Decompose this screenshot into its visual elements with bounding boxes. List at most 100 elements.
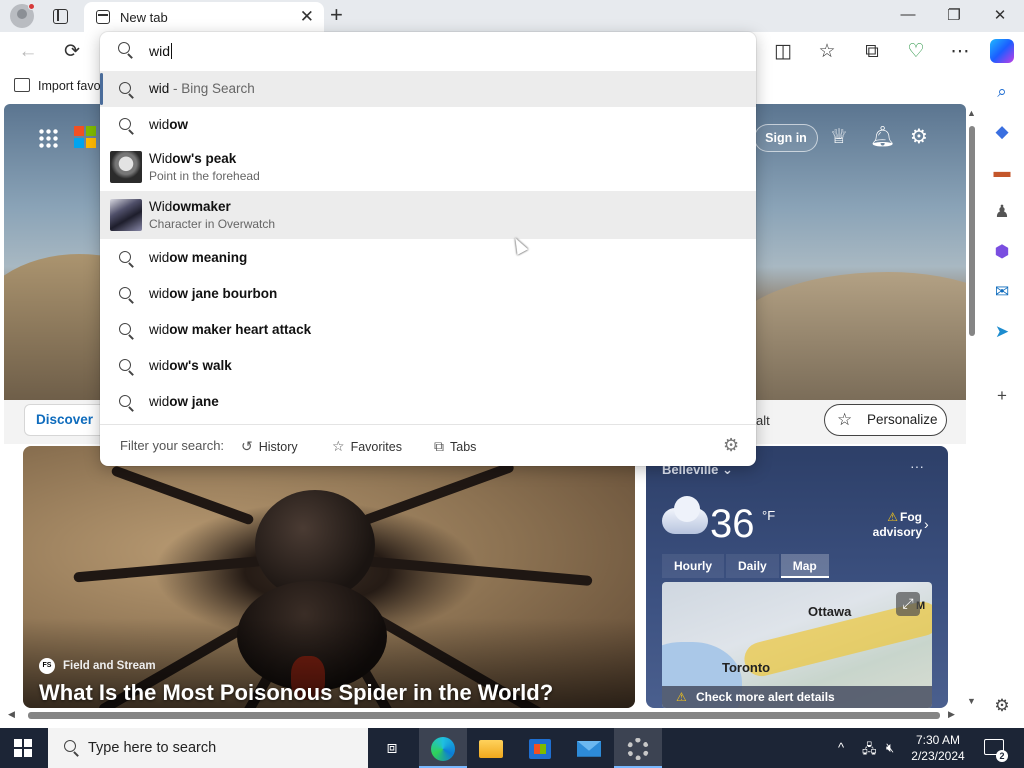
weather-tab-map[interactable]: Map: [780, 554, 829, 578]
map-alert-bar[interactable]: ⚠ Check more alert details: [662, 686, 932, 708]
horizontal-scrollbar[interactable]: ◀ ▶: [4, 708, 966, 722]
expand-icon[interactable]: ⤢: [896, 592, 920, 616]
weather-card[interactable]: Belleville ⌄ ··· 36 °F ⚠ Fog advisory › H…: [646, 446, 948, 708]
address-input-text: wid: [149, 43, 171, 59]
suggestion-typed: Wid: [149, 151, 173, 166]
scroll-thumb[interactable]: [969, 126, 975, 336]
source-logo-icon: FS: [39, 658, 55, 674]
tab-actions-icon[interactable]: [50, 6, 70, 26]
suggestion-muted: - Bing Search: [169, 81, 255, 96]
tools-icon[interactable]: ▬: [992, 162, 1012, 182]
article-card[interactable]: FS Field and Stream What Is the Most Poi…: [23, 446, 635, 708]
suggestion-widowmaker[interactable]: Widowmaker Character in Overwatch: [100, 191, 756, 239]
microsoft-logo: [74, 126, 96, 148]
task-view-icon[interactable]: ⧈: [368, 728, 416, 768]
search-icon: [119, 359, 131, 371]
close-window-button[interactable]: ✕: [990, 6, 1010, 24]
suggestion-item[interactable]: widow's walk: [100, 348, 756, 384]
performance-icon[interactable]: ♡: [905, 41, 927, 63]
network-icon[interactable]: 🖧︎: [862, 740, 877, 762]
settings-taskbar-icon[interactable]: [614, 728, 662, 768]
suggestion-item[interactable]: widow jane bourbon: [100, 276, 756, 312]
taskbar-search-box[interactable]: Type here to search: [48, 728, 368, 768]
games-icon[interactable]: ♟: [992, 202, 1012, 222]
collections-icon[interactable]: ⧉: [861, 41, 883, 63]
taskbar-search-placeholder: Type here to search: [88, 740, 217, 756]
file-explorer-icon[interactable]: [467, 728, 515, 768]
copilot-icon[interactable]: [990, 39, 1014, 63]
import-favorites-link[interactable]: Import favo: [38, 79, 101, 93]
tab-new-tab[interactable]: New tab ✕: [84, 2, 324, 32]
address-bar[interactable]: wid: [100, 32, 756, 70]
minimize-button[interactable]: —: [898, 6, 918, 23]
filter-tabs-button[interactable]: ⧉ Tabs: [434, 438, 476, 455]
new-tab-button[interactable]: +: [330, 4, 343, 26]
scroll-right-icon[interactable]: ▶: [948, 709, 955, 720]
scroll-down-icon[interactable]: ▼: [967, 696, 976, 706]
weather-map[interactable]: Ottawa Toronto M ⤢ ⚠ Check more alert de…: [662, 582, 932, 708]
weather-tab-hourly[interactable]: Hourly: [662, 554, 725, 578]
weather-more-icon[interactable]: ···: [910, 458, 924, 474]
profile-icon[interactable]: [10, 3, 35, 28]
clock-date: 2/23/2024: [911, 749, 965, 763]
personalize-button[interactable]: ☆ Personalize: [824, 404, 947, 436]
spider-leg: [361, 461, 516, 526]
store-taskbar-icon[interactable]: [516, 728, 564, 768]
close-tab-icon[interactable]: ✕: [300, 8, 314, 25]
suggestion-item[interactable]: widow jane: [100, 384, 756, 420]
suggestion-item[interactable]: widow meaning: [100, 240, 756, 276]
filter-favorites-button[interactable]: ☆ Favorites: [332, 438, 402, 455]
search-icon[interactable]: ⌕: [992, 82, 1012, 102]
send-icon[interactable]: ➤: [992, 322, 1012, 342]
search-icon: [119, 323, 131, 335]
notifications-icon[interactable]: 🔔︎: [870, 126, 895, 148]
split-screen-icon[interactable]: ◫: [772, 41, 794, 63]
mail-taskbar-icon[interactable]: [565, 728, 613, 768]
add-icon[interactable]: +: [992, 386, 1012, 406]
scroll-up-icon[interactable]: ▲: [967, 108, 976, 118]
suggestion-bing-search[interactable]: wid - Bing Search: [100, 71, 756, 107]
suggestion-widows-peak[interactable]: Widow's peak Point in the forehead: [100, 143, 756, 191]
suggestion-typed: wid: [149, 358, 170, 373]
back-button[interactable]: ←: [17, 41, 39, 63]
shopping-icon[interactable]: ◆: [992, 122, 1012, 142]
suggestion-item[interactable]: widow: [100, 107, 756, 143]
fog-advisory[interactable]: ⚠ Fog advisory: [872, 510, 922, 540]
page-settings-icon[interactable]: ⚙: [910, 126, 928, 148]
article-title[interactable]: What Is the Most Poisonous Spider in the…: [39, 680, 553, 706]
hscroll-thumb[interactable]: [28, 712, 940, 719]
sign-in-button[interactable]: Sign in: [754, 124, 818, 152]
suggestion-item[interactable]: widow maker heart attack: [100, 312, 756, 348]
weather-tab-daily[interactable]: Daily: [726, 554, 779, 578]
edge-taskbar-icon[interactable]: [419, 728, 467, 768]
discover-tab[interactable]: Discover: [24, 404, 106, 436]
restore-button[interactable]: ❐: [944, 6, 964, 24]
favorites-icon[interactable]: ☆: [816, 41, 838, 63]
mail-icon: [577, 740, 601, 757]
volume-muted-icon[interactable]: 🔇︎: [886, 740, 894, 756]
gear-icon[interactable]: ⚙: [723, 435, 739, 456]
vertical-scrollbar[interactable]: ▲ ▼: [966, 108, 978, 706]
scroll-left-icon[interactable]: ◀: [8, 709, 15, 720]
outlook-icon[interactable]: ✉: [992, 282, 1012, 302]
more-options-icon[interactable]: ⋯: [949, 41, 971, 63]
new-tab-icon: [96, 10, 110, 24]
filter-history-button[interactable]: ↺ History: [241, 438, 298, 455]
star-icon: ☆: [837, 410, 853, 429]
show-hidden-icons[interactable]: ^: [838, 740, 844, 755]
rewards-icon[interactable]: ♕: [830, 126, 848, 148]
address-input[interactable]: wid: [149, 43, 173, 59]
title-bar: New tab ✕ + — ❐ ✕: [0, 0, 1024, 32]
suggestion-typed: wid: [149, 250, 170, 265]
office-icon[interactable]: ⬢: [992, 242, 1012, 262]
search-icon: [119, 118, 131, 130]
windows-start-button[interactable]: [14, 739, 32, 757]
system-clock[interactable]: 7:30 AM 2/23/2024: [906, 732, 970, 764]
settings-icon[interactable]: ⚙: [992, 696, 1012, 716]
search-icon: [118, 42, 130, 54]
feed-tab-partial[interactable]: alt: [756, 413, 770, 428]
refresh-button[interactable]: ⟳: [61, 41, 83, 63]
suggestion-text: widow's walk: [149, 358, 232, 373]
chevron-right-icon[interactable]: ›: [924, 516, 929, 532]
apps-launcher-icon[interactable]: [38, 128, 58, 148]
